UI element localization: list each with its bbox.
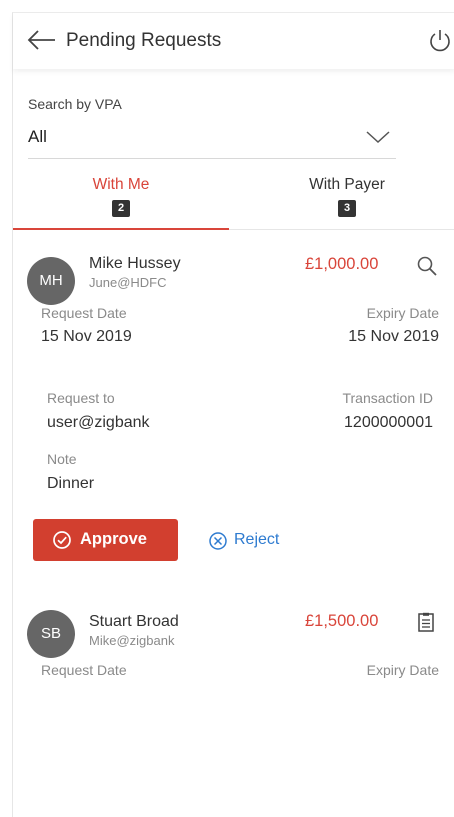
- chevron-down-icon[interactable]: [365, 129, 391, 145]
- arrow-left-icon[interactable]: [27, 29, 57, 51]
- tab-with-me-count: 2: [112, 200, 130, 217]
- payer-name: Mike Hussey: [89, 255, 181, 272]
- note-value: Dinner: [47, 475, 95, 492]
- avatar: MH: [27, 257, 75, 305]
- request-amount: £1,000.00: [305, 255, 379, 273]
- tab-with-me[interactable]: With Me 2: [13, 173, 229, 229]
- search-label: Search by VPA: [28, 96, 122, 112]
- vpa-select-value[interactable]: All: [28, 127, 47, 147]
- expiry-date-value: 15 Nov 2019: [348, 328, 439, 345]
- transaction-id-value: 1200000001: [344, 414, 433, 431]
- select-underline: [28, 158, 396, 159]
- request-date-label: Request Date: [41, 305, 127, 321]
- payer-vpa: June@HDFC: [89, 275, 167, 290]
- transaction-id-label: Transaction ID: [342, 390, 433, 406]
- app-frame: Pending Requests Search by VPA All With …: [12, 12, 454, 817]
- request-date-value: 15 Nov 2019: [41, 328, 132, 345]
- tab-with-payer-label: With Payer: [309, 176, 385, 193]
- avatar: SB: [27, 610, 75, 658]
- request-to-value: user@zigbank: [47, 414, 150, 431]
- reject-label: Reject: [234, 531, 280, 548]
- tab-with-payer[interactable]: With Payer 3: [239, 173, 454, 229]
- tab-with-me-label: With Me: [92, 176, 150, 193]
- note-label: Note: [47, 451, 77, 467]
- request-date-label: Request Date: [41, 662, 127, 678]
- request-to-label: Request to: [47, 390, 115, 406]
- tab-with-payer-count: 3: [338, 200, 356, 217]
- reject-button[interactable]: Reject: [208, 530, 308, 554]
- page-title: Pending Requests: [66, 30, 222, 51]
- payer-name: Stuart Broad: [89, 613, 179, 630]
- expiry-date-label: Expiry Date: [366, 662, 439, 678]
- search-icon[interactable]: [416, 255, 438, 277]
- active-tab-indicator: [13, 228, 229, 230]
- payer-vpa: Mike@zigbank: [89, 633, 175, 648]
- expiry-date-label: Expiry Date: [366, 305, 439, 321]
- approve-label: Approve: [80, 530, 147, 548]
- request-amount: £1,500.00: [305, 612, 379, 630]
- check-circle-icon: [53, 531, 71, 549]
- x-circle-icon: [209, 532, 227, 550]
- approve-button[interactable]: Approve: [33, 519, 178, 561]
- power-icon[interactable]: [427, 28, 453, 54]
- top-bar: Pending Requests: [13, 13, 454, 69]
- clipboard-icon[interactable]: [417, 612, 435, 632]
